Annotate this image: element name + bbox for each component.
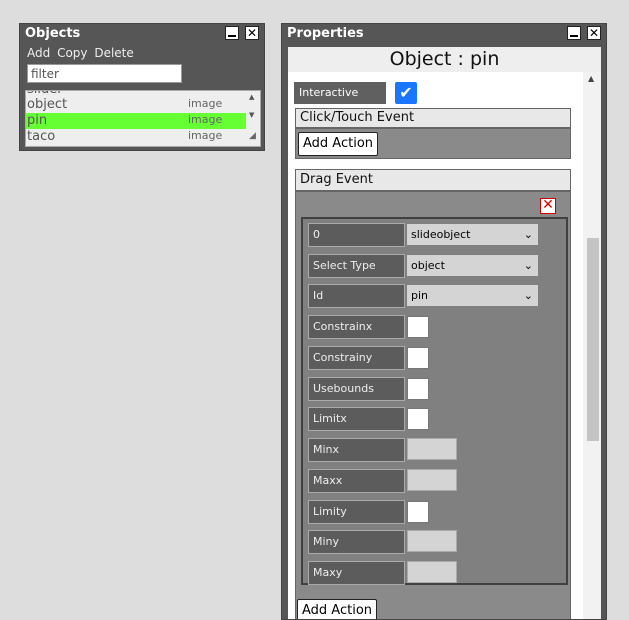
usebounds-label: Usebounds (308, 377, 405, 401)
select-type-value: object (411, 259, 445, 272)
objects-close-button[interactable]: ✕ (245, 26, 259, 40)
delete-object-button[interactable]: Delete (94, 46, 133, 60)
properties-close-button[interactable]: ✕ (587, 26, 601, 40)
object-name: object (27, 97, 68, 112)
copy-object-button[interactable]: Copy (57, 46, 87, 60)
action-type-select[interactable]: slideobject ⌄ (407, 224, 538, 245)
scroll-up-icon[interactable]: ▲ (588, 74, 594, 83)
scroll-down-icon[interactable]: ▼ (249, 111, 254, 119)
maxx-label: Maxx (308, 469, 405, 493)
properties-minimize-button[interactable] (567, 26, 581, 40)
list-item[interactable]: object image (26, 97, 260, 113)
interactive-label: Interactive (294, 82, 386, 104)
minx-input[interactable] (407, 438, 457, 460)
maxx-input[interactable] (407, 469, 457, 491)
chevron-down-icon: ⌄ (523, 289, 533, 302)
click-event-body: Add Action (295, 128, 571, 159)
usebounds-checkbox[interactable] (407, 378, 429, 400)
properties-panel: Properties ✕ Object : pin ▲ Interactive … (281, 23, 607, 620)
id-label: Id (308, 284, 405, 308)
chevron-down-icon: ⌄ (523, 259, 533, 272)
properties-scroll-area: ▲ Interactive ✔ Click/Touch Event Add Ac… (288, 72, 601, 619)
constrainy-label: Constrainy (308, 346, 405, 370)
action-type-value: slideobject (411, 228, 471, 241)
object-header: Object : pin (288, 47, 601, 72)
object-name: taco (27, 129, 56, 144)
limitx-label: Limitx (308, 407, 405, 431)
object-list-scrollbar[interactable]: ▲ ▼ ◢ (246, 91, 260, 146)
filter-input[interactable] (27, 64, 182, 83)
limity-checkbox[interactable] (407, 501, 429, 523)
interactive-row: Interactive ✔ (294, 82, 570, 104)
limitx-checkbox[interactable] (407, 408, 429, 430)
drag-add-action-button[interactable]: Add Action (297, 599, 378, 619)
maxy-label: Maxy (308, 561, 405, 585)
list-item-selected[interactable]: pin image (26, 113, 260, 129)
select-type-select[interactable]: object ⌄ (407, 255, 538, 276)
constrainx-checkbox[interactable] (407, 316, 429, 338)
chevron-down-icon: ⌄ (523, 228, 533, 241)
minx-label: Minx (308, 438, 405, 462)
click-add-action-button[interactable]: Add Action (298, 132, 379, 156)
select-type-label: Select Type (308, 254, 405, 278)
object-type: image (188, 129, 223, 142)
object-type: image (188, 113, 223, 126)
scroll-up-icon[interactable]: ▲ (249, 93, 254, 101)
maxy-input[interactable] (407, 561, 457, 583)
delete-action-icon[interactable]: ✕ (540, 198, 556, 214)
list-item[interactable]: taco image (26, 129, 260, 145)
id-value: pin (411, 289, 429, 302)
interactive-checkbox[interactable]: ✔ (395, 82, 417, 104)
click-event-header[interactable]: Click/Touch Event (295, 108, 571, 128)
limity-label: Limity (308, 500, 405, 524)
resize-grip-icon[interactable]: ◢ (249, 131, 256, 141)
add-object-button[interactable]: Add (27, 46, 50, 60)
properties-panel-title[interactable]: Properties (282, 24, 606, 44)
miny-input[interactable] (407, 530, 457, 552)
object-type: image (188, 97, 223, 110)
objects-minimize-button[interactable] (225, 26, 239, 40)
objects-toolbar: Add Copy Delete (27, 46, 137, 60)
id-select[interactable]: pin ⌄ (407, 285, 538, 306)
scrollbar-thumb[interactable] (587, 238, 599, 441)
constrainy-checkbox[interactable] (407, 347, 429, 369)
action-index-label: 0 (308, 223, 405, 247)
miny-label: Miny (308, 530, 405, 554)
constrainx-label: Constrainx (308, 315, 405, 339)
objects-panel: Objects ✕ Add Copy Delete slider object … (19, 23, 265, 151)
drag-event-header[interactable]: Drag Event (295, 169, 571, 191)
object-name: pin (27, 113, 48, 128)
properties-scrollbar[interactable]: ▲ (583, 72, 601, 619)
object-list: slider object image pin image taco image… (25, 90, 261, 147)
